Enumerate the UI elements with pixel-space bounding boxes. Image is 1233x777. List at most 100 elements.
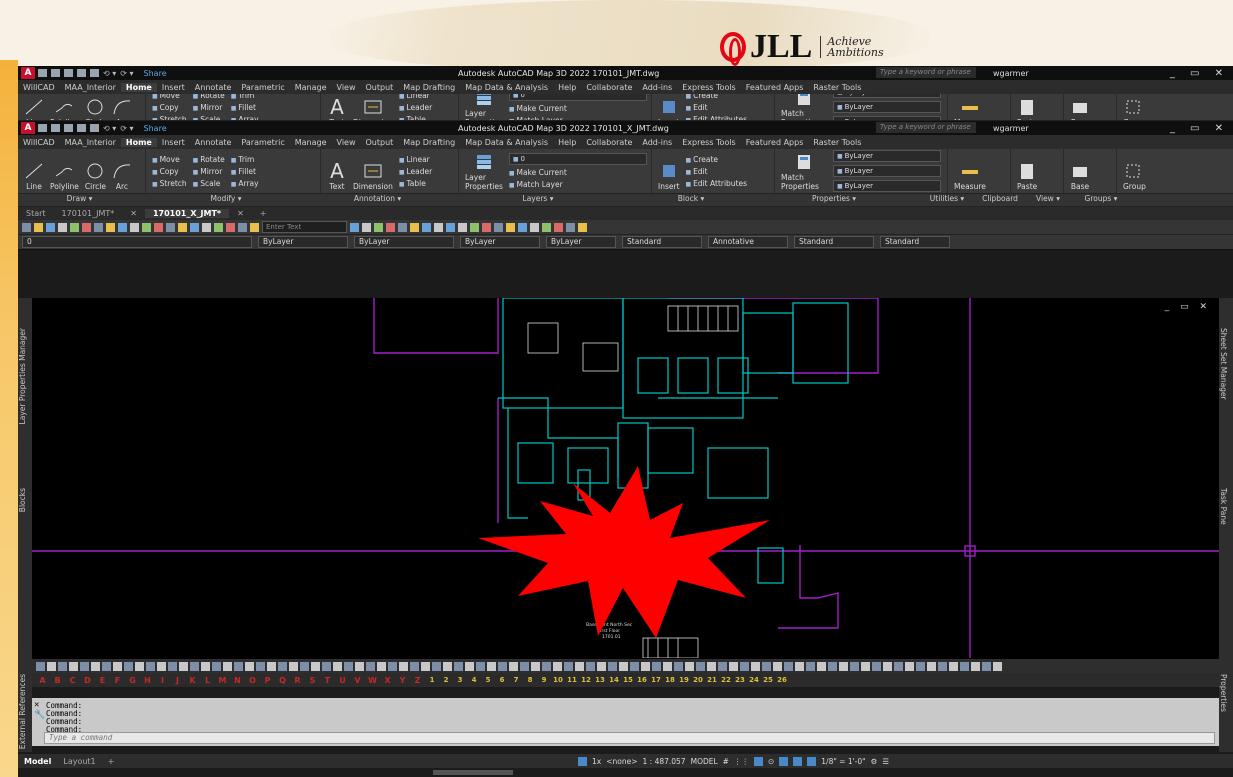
new-icon[interactable] — [38, 69, 47, 77]
annotation-scale-control[interactable]: Annotative — [708, 236, 788, 248]
match-properties-tool[interactable]: Match Properties — [781, 94, 827, 120]
linear-button[interactable]: Linear — [399, 155, 432, 164]
bottom-tool-icon[interactable] — [278, 661, 287, 671]
create-block-button[interactable]: Create — [686, 94, 748, 100]
layer-letter-button[interactable]: O — [246, 676, 259, 685]
layer-letter-button[interactable]: H — [141, 676, 154, 685]
linetype-control[interactable]: ByLayer — [354, 236, 454, 248]
command-input[interactable]: Type a command — [44, 732, 1215, 744]
layer-letter-button[interactable]: V — [351, 676, 364, 685]
toolbar-tool-icon[interactable] — [518, 222, 527, 232]
utilities-panel-label[interactable]: Utilities ▾ — [918, 194, 976, 206]
saveas-icon[interactable] — [77, 69, 86, 77]
toolbar-tool-icon[interactable] — [22, 222, 31, 232]
linear-button[interactable]: Linear — [399, 94, 432, 100]
insert-tool[interactable]: Insert — [658, 151, 680, 191]
color-combo[interactable]: ByLayer — [833, 94, 941, 98]
add-layout-button[interactable]: + — [102, 757, 121, 766]
bottom-tool-icon[interactable] — [773, 661, 782, 671]
toolbar-tool-icon[interactable] — [362, 222, 371, 232]
ribbon-tab-manage[interactable]: Manage — [290, 138, 332, 147]
bottom-tool-icon[interactable] — [597, 661, 606, 671]
toolbar-tool-icon[interactable] — [202, 222, 211, 232]
layer-number-button[interactable]: 3 — [454, 676, 466, 684]
tab-model[interactable]: Model — [18, 757, 57, 766]
bottom-tool-icon[interactable] — [487, 661, 496, 671]
ribbon-tab-featured-apps[interactable]: Featured Apps — [741, 83, 809, 92]
ribbon-tab-express-tools[interactable]: Express Tools — [677, 83, 741, 92]
color-control[interactable]: ByLayer — [258, 236, 348, 248]
toolbar-tool-icon[interactable] — [106, 222, 115, 232]
save-icon[interactable] — [64, 124, 73, 132]
annotation-panel-label[interactable]: Annotation ▾ — [311, 194, 444, 206]
bottom-tool-icon[interactable] — [982, 661, 991, 671]
bottom-tool-icon[interactable] — [883, 661, 892, 671]
layer-number-button[interactable]: 7 — [510, 676, 522, 684]
bottom-tool-icon[interactable] — [476, 661, 485, 671]
ribbon-tab-featured-apps[interactable]: Featured Apps — [741, 138, 809, 147]
open-icon[interactable] — [51, 124, 60, 132]
redo-icon[interactable]: ⟳ ▾ — [120, 124, 133, 133]
ribbon-tab-add-ins[interactable]: Add-ins — [637, 138, 677, 147]
toolbar-tool-icon[interactable] — [118, 222, 127, 232]
layer-combo[interactable]: 0 — [22, 236, 252, 248]
layer-letter-button[interactable]: A — [36, 676, 49, 685]
bottom-tool-icon[interactable] — [894, 661, 903, 671]
layer-letter-button[interactable]: N — [231, 676, 244, 685]
stretch-button[interactable]: Stretch — [152, 179, 187, 188]
layer-letter-button[interactable]: Q — [276, 676, 289, 685]
bottom-tool-icon[interactable] — [102, 661, 111, 671]
bottom-tool-icon[interactable] — [256, 661, 265, 671]
ribbon-tab-home[interactable]: Home — [120, 82, 157, 92]
ribbon-tab-home[interactable]: Home — [120, 137, 157, 147]
close-icon[interactable]: ✕ — [122, 209, 145, 218]
bottom-tool-icon[interactable] — [377, 661, 386, 671]
bottom-tool-icon[interactable] — [696, 661, 705, 671]
ribbon-tab-map-data-analysis[interactable]: Map Data & Analysis — [460, 83, 553, 92]
bottom-tool-icon[interactable] — [223, 661, 232, 671]
bottom-tool-icon[interactable] — [553, 661, 562, 671]
table-button[interactable]: Table — [399, 179, 432, 188]
bottom-tool-icon[interactable] — [839, 661, 848, 671]
ribbon-tab-help[interactable]: Help — [553, 83, 581, 92]
measure-tool[interactable]: Measure — [954, 94, 986, 120]
toolbar-tool-icon[interactable] — [70, 222, 79, 232]
toolbar-tool-icon[interactable] — [250, 222, 259, 232]
ribbon-tab-map-drafting[interactable]: Map Drafting — [398, 138, 460, 147]
clipboard-panel-label[interactable]: Clipboard — [976, 194, 1024, 206]
bottom-tool-icon[interactable] — [443, 661, 452, 671]
scale-button[interactable]: Scale — [193, 179, 225, 188]
toolbar-tool-icon[interactable] — [410, 222, 419, 232]
match-properties-tool[interactable]: Match Properties — [781, 151, 827, 191]
leader-button[interactable]: Leader — [399, 167, 432, 176]
ribbon-tab-collaborate[interactable]: Collaborate — [581, 138, 637, 147]
grid-icon[interactable]: # — [723, 757, 729, 766]
toolbar-tool-icon[interactable] — [46, 222, 55, 232]
toolbar-tool-icon[interactable] — [386, 222, 395, 232]
layer-properties-tool[interactable]: Layer Properties — [465, 151, 503, 191]
bottom-tool-icon[interactable] — [872, 661, 881, 671]
properties-tab[interactable]: Properties — [1219, 674, 1228, 712]
layer-letter-button[interactable]: J — [171, 676, 184, 685]
window-controls[interactable]: _ ▭ ✕ — [1170, 123, 1229, 134]
bottom-tool-icon[interactable] — [58, 661, 67, 671]
ribbon-tab-view[interactable]: View — [332, 138, 361, 147]
layer-number-button[interactable]: 13 — [594, 676, 606, 684]
bottom-tool-icon[interactable] — [641, 661, 650, 671]
text-tool[interactable]: AText — [327, 151, 347, 191]
ribbon-tab-maa-interior[interactable]: MAA_Interior — [60, 83, 121, 92]
bottom-tool-icon[interactable] — [795, 661, 804, 671]
bottom-tool-icon[interactable] — [432, 661, 441, 671]
toolbar-tool-icon[interactable] — [166, 222, 175, 232]
polar-icon[interactable]: ⊙ — [768, 757, 774, 766]
user-name[interactable]: wgarmer — [993, 124, 1029, 133]
layer-number-button[interactable]: 19 — [678, 676, 690, 684]
bottom-tool-icon[interactable] — [784, 661, 793, 671]
circle-tool[interactable]: Circle — [85, 94, 106, 120]
bottom-tool-icon[interactable] — [542, 661, 551, 671]
bottom-tool-icon[interactable] — [421, 661, 430, 671]
layer-letter-button[interactable]: Z — [411, 676, 424, 685]
toolbar-tool-icon[interactable] — [350, 222, 359, 232]
horizontal-scrollbar[interactable] — [433, 770, 513, 775]
bottom-tool-icon[interactable] — [663, 661, 672, 671]
